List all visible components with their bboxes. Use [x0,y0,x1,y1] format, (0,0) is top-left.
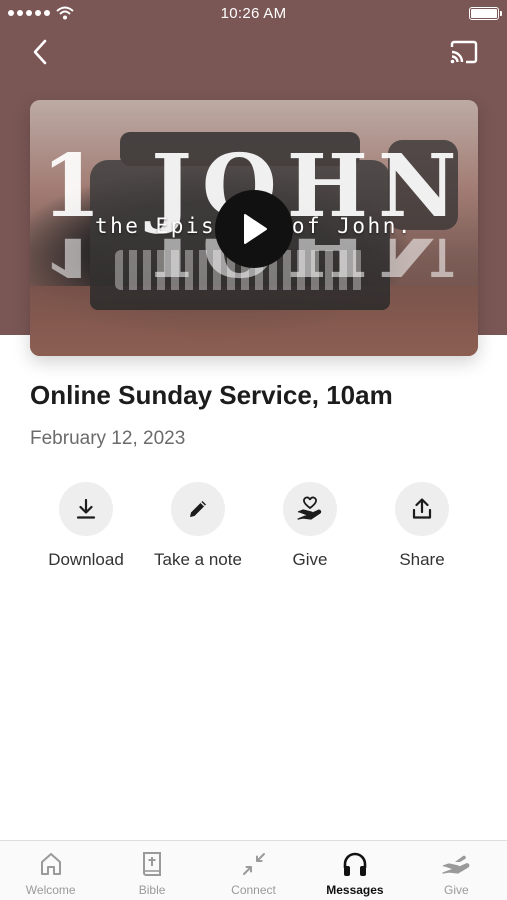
tab-give-label: Give [443,883,469,897]
status-bar: 10:26 AM [0,0,507,28]
pencil-icon [190,501,206,517]
give-label: Give [292,550,328,569]
connect-icon [241,849,267,879]
message-title: Online Sunday Service, 10am [30,380,393,410]
take-a-note-label: Take a note [154,550,242,569]
tab-bible-label: Bible [138,883,166,897]
tab-messages-label: Messages [326,883,384,897]
download-button[interactable]: Download [30,482,142,570]
download-icon [76,498,96,519]
download-button-circle [59,482,113,536]
cast-icon [450,40,478,64]
play-button[interactable] [215,190,293,268]
bottom-tab-bar: Welcome Bible Connect Messages Give [0,840,507,900]
give-hand-icon [441,849,471,879]
download-label: Download [48,550,124,569]
share-icon [412,498,432,519]
tab-connect-label: Connect [231,883,276,897]
bible-icon [140,849,164,879]
tab-messages[interactable]: Messages [304,841,405,900]
tab-welcome[interactable]: Welcome [0,841,101,900]
battery-icon [469,7,502,20]
take-a-note-button-circle [171,482,225,536]
share-label: Share [399,550,445,569]
message-date: February 12, 2023 [30,428,186,449]
headphones-icon [341,849,369,879]
give-button-circle [283,482,337,536]
take-a-note-button[interactable]: Take a note [142,482,254,570]
cast-button[interactable] [447,36,481,68]
tab-give[interactable]: Give [406,841,507,900]
share-button-circle [395,482,449,536]
chevron-left-icon [33,39,47,65]
video-player[interactable]: 1 JOHN 1 JOHN the Epistles of John. [30,100,478,356]
heart-hand-icon [297,496,322,520]
home-icon [39,849,63,879]
status-time: 10:26 AM [220,5,287,22]
tab-bible[interactable]: Bible [101,841,202,900]
tab-welcome-label: Welcome [25,883,76,897]
back-button[interactable] [24,34,56,70]
message-actions: Download Take a note Give Share [30,482,478,570]
tab-connect[interactable]: Connect [203,841,304,900]
share-button[interactable]: Share [366,482,478,570]
give-button[interactable]: Give [254,482,366,570]
play-icon [244,214,267,244]
